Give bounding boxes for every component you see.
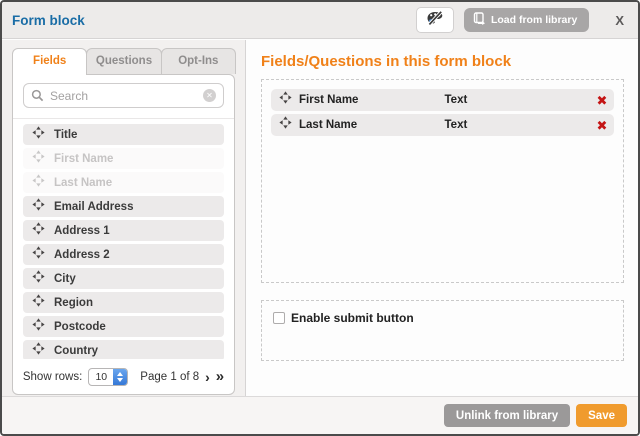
- block-field-row[interactable]: First Name Text ✖: [271, 89, 614, 111]
- stepper-arrows-icon: [113, 369, 127, 385]
- enable-submit-row: Enable submit button: [273, 311, 612, 325]
- palette-icon: [426, 10, 444, 31]
- search-box: ✕: [23, 83, 224, 108]
- pagination: Show rows: 10 Page 1 of 8 › »: [13, 359, 234, 394]
- block-fields-dropzone: First Name Text ✖ Last Name Text ✖: [261, 79, 624, 283]
- block-field-type: Text: [445, 119, 591, 131]
- tab-opt-ins[interactable]: Opt-Ins: [161, 48, 236, 74]
- delete-field-icon[interactable]: ✖: [597, 94, 608, 107]
- dialog-footer: Unlink from library Save: [2, 396, 638, 434]
- field-list-item[interactable]: Country: [23, 340, 224, 359]
- main-panel: Fields/Questions in this form block Firs…: [247, 40, 638, 396]
- block-field-type: Text: [445, 94, 591, 106]
- field-label: City: [54, 273, 76, 285]
- field-label: Region: [54, 297, 93, 309]
- move-icon: [279, 91, 292, 109]
- style-palette-button[interactable]: [416, 7, 454, 33]
- tab-fields[interactable]: Fields: [12, 48, 87, 75]
- show-rows-label: Show rows:: [23, 371, 82, 383]
- library-icon: [473, 12, 486, 28]
- field-label: Email Address: [54, 201, 133, 213]
- field-list-item[interactable]: Address 1: [23, 220, 224, 241]
- main-heading: Fields/Questions in this form block: [261, 53, 624, 70]
- field-list-item[interactable]: City: [23, 268, 224, 289]
- move-icon: [32, 222, 45, 240]
- delete-field-icon[interactable]: ✖: [597, 119, 608, 132]
- field-list-item[interactable]: Address 2: [23, 244, 224, 265]
- tab-questions[interactable]: Questions: [86, 48, 161, 74]
- rows-per-page-value: 10: [89, 369, 113, 385]
- move-icon: [32, 342, 45, 360]
- next-page-icon[interactable]: ›: [205, 370, 210, 384]
- field-label: Address 1: [54, 225, 110, 237]
- field-label: Last Name: [54, 177, 112, 189]
- last-page-icon[interactable]: »: [216, 369, 224, 384]
- move-icon: [32, 318, 45, 336]
- block-field-name: First Name: [299, 94, 445, 106]
- clear-search-icon[interactable]: ✕: [203, 89, 216, 102]
- field-list-item[interactable]: Title: [23, 124, 224, 145]
- page-indicator: Page 1 of 8: [140, 371, 199, 383]
- sidebar-tabs: Fields Questions Opt-Ins: [12, 48, 235, 74]
- move-icon: [32, 198, 45, 216]
- dialog-title: Form block: [12, 13, 85, 28]
- search-input[interactable]: [50, 89, 203, 103]
- field-label: Title: [54, 129, 77, 141]
- field-list-item[interactable]: Last Name: [23, 172, 224, 193]
- field-label: Postcode: [54, 321, 106, 333]
- close-button[interactable]: X: [615, 13, 624, 28]
- available-fields-list: Title First Name: [13, 119, 234, 359]
- move-icon: [32, 246, 45, 264]
- field-label: First Name: [54, 153, 113, 165]
- dialog-header: Form block: [2, 2, 638, 39]
- rows-per-page-select[interactable]: 10: [88, 368, 128, 386]
- load-from-library-label: Load from library: [491, 14, 577, 26]
- sidebar: Fields Questions Opt-Ins ✕: [2, 40, 246, 396]
- field-label: Country: [54, 345, 98, 357]
- move-icon: [32, 174, 45, 192]
- field-list-item[interactable]: First Name: [23, 148, 224, 169]
- form-block-dialog: Form block: [0, 0, 640, 436]
- fields-panel: ✕ Title: [12, 74, 235, 395]
- block-field-name: Last Name: [299, 119, 445, 131]
- move-icon: [32, 126, 45, 144]
- field-label: Address 2: [54, 249, 110, 261]
- unlink-from-library-button[interactable]: Unlink from library: [444, 404, 570, 427]
- move-icon: [32, 294, 45, 312]
- save-button[interactable]: Save: [576, 404, 627, 427]
- enable-submit-label: Enable submit button: [291, 311, 414, 325]
- move-icon: [32, 150, 45, 168]
- field-list-item[interactable]: Postcode: [23, 316, 224, 337]
- field-list-item[interactable]: Email Address: [23, 196, 224, 217]
- search-icon: [31, 89, 44, 102]
- load-from-library-button[interactable]: Load from library: [464, 8, 589, 32]
- move-icon: [32, 270, 45, 288]
- block-field-row[interactable]: Last Name Text ✖: [271, 114, 614, 136]
- move-icon: [279, 116, 292, 134]
- field-list-item[interactable]: Region: [23, 292, 224, 313]
- enable-submit-checkbox[interactable]: [273, 312, 285, 324]
- search-area: ✕: [13, 75, 234, 119]
- submit-option-box: Enable submit button: [261, 300, 624, 361]
